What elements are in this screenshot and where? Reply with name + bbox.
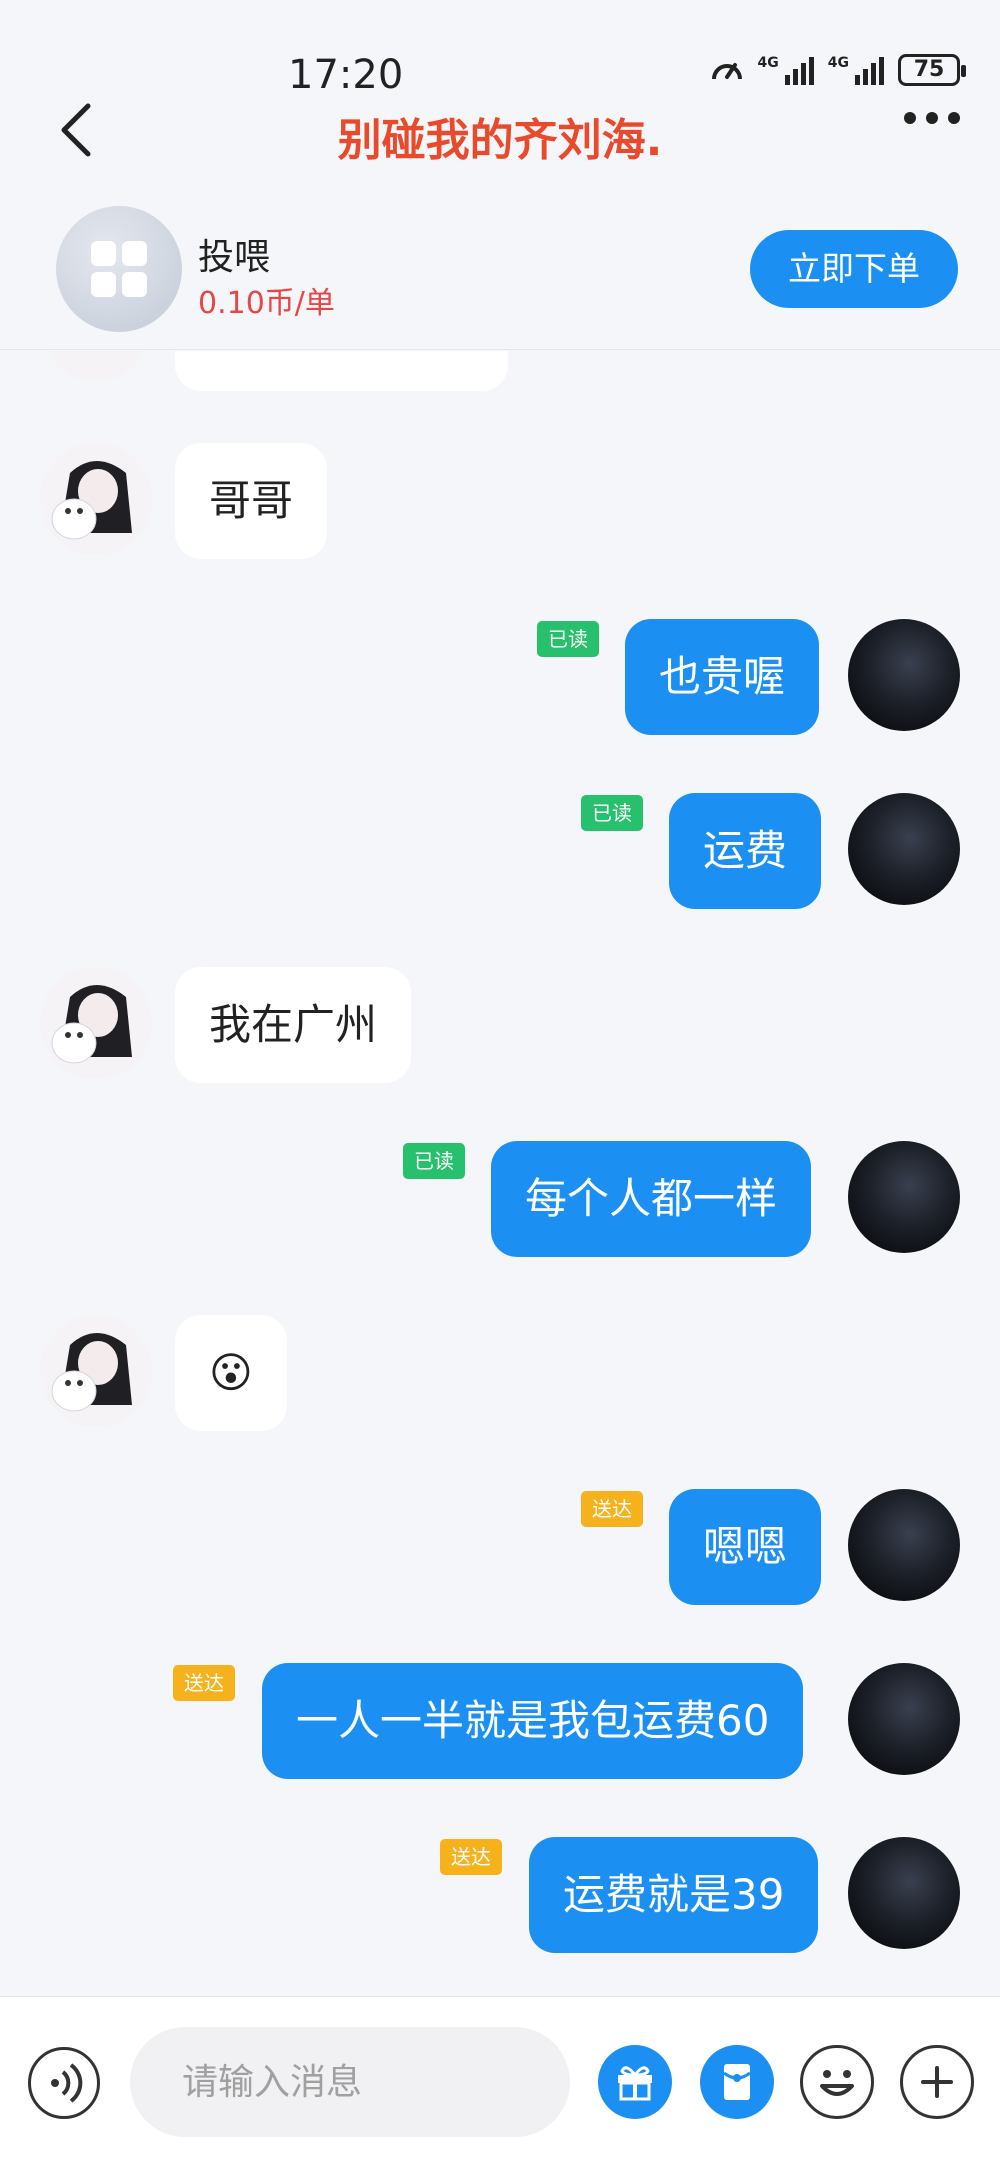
delivered-badge: 送达 (440, 1839, 502, 1875)
avatar-partner[interactable] (40, 967, 152, 1079)
message-bubble-emoji[interactable]: 😮 (175, 1315, 287, 1431)
more-button[interactable] (904, 112, 960, 124)
speed-icon (711, 63, 742, 80)
avatar-self[interactable] (848, 1489, 960, 1601)
signal-icon-2: 4G (828, 55, 884, 85)
voice-button[interactable] (28, 2047, 100, 2119)
avatar-self[interactable] (848, 1141, 960, 1253)
gift-icon (618, 2066, 652, 2101)
nav-bar: 别碰我的齐刘海. (0, 90, 1000, 170)
read-badge: 已读 (403, 1143, 465, 1179)
plus-button[interactable] (900, 2045, 974, 2119)
message-bubble[interactable]: 也贵喔 (625, 619, 820, 735)
message-list[interactable]: 哥哥 已读 也贵喔 已读 运费 我在广州 已读 每个人都一样 😮 送达 嗯嗯 送… (0, 351, 1000, 1995)
product-name: 投喂 (198, 237, 271, 278)
emoji-button[interactable] (800, 2045, 874, 2119)
apps-grid-icon (91, 241, 147, 297)
message-bubble[interactable]: 哥哥 (175, 443, 328, 559)
product-thumbnail[interactable] (56, 206, 182, 332)
battery-icon: 75 (898, 54, 966, 86)
message-bubble[interactable]: 运费就是39 (529, 1837, 819, 1953)
chat-title: 别碰我的齐刘海. (337, 115, 663, 166)
avatar-self[interactable] (848, 1837, 960, 1949)
message-input[interactable] (130, 2027, 570, 2137)
voice-icon (51, 2063, 83, 2103)
avatar-girl-image (51, 1333, 132, 1412)
avatar-partner[interactable] (40, 443, 152, 555)
product-bar: 投喂 0.10币/单 立即下单 (0, 190, 1000, 350)
message-bubble[interactable]: 每个人都一样 (491, 1141, 812, 1257)
plus-icon (921, 2066, 953, 2098)
gift-button[interactable] (598, 2045, 672, 2119)
avatar-partner[interactable] (40, 1315, 152, 1427)
avatar-girl-image (51, 461, 132, 540)
signal-icon: 4G (758, 55, 814, 85)
input-bar (0, 1996, 1000, 2167)
product-price: 0.10币/单 (198, 286, 335, 321)
delivered-badge: 送达 (173, 1665, 235, 1701)
delivered-badge: 送达 (581, 1491, 643, 1527)
order-now-button[interactable]: 立即下单 (750, 230, 958, 308)
more-dots-icon (904, 112, 916, 124)
avatar-self[interactable] (848, 793, 960, 905)
avatar-self[interactable] (848, 619, 960, 731)
status-icons: 4G 4G 75 (710, 54, 966, 86)
status-bar: 17:20 4G 4G 75 (0, 0, 1000, 100)
message-bubble[interactable]: 运费 (669, 793, 822, 909)
read-badge: 已读 (581, 795, 643, 831)
red-packet-icon (723, 2064, 751, 2100)
read-badge: 已读 (537, 621, 599, 657)
emoji-icon (820, 2070, 854, 2096)
avatar-girl-image (51, 985, 132, 1064)
red-packet-button[interactable] (700, 2045, 774, 2119)
message-bubble[interactable]: 一人一半就是我包运费60 (262, 1663, 804, 1779)
message-bubble-partial (175, 351, 508, 391)
message-bubble[interactable]: 嗯嗯 (669, 1489, 822, 1605)
avatar-partner[interactable] (40, 351, 152, 381)
avatar-self[interactable] (848, 1663, 960, 1775)
message-bubble[interactable]: 我在广州 (175, 967, 412, 1083)
